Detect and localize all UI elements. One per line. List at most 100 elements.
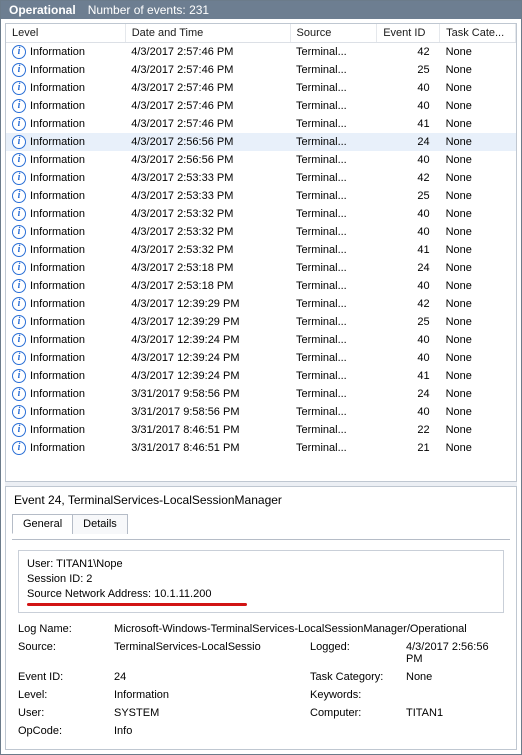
table-row[interactable]: iInformation4/3/2017 2:56:56 PMTerminal.… — [6, 133, 516, 151]
log-status: Operational — [9, 3, 76, 17]
cell-source: Terminal... — [290, 151, 377, 169]
cell-level: i Information — [6, 151, 125, 169]
info-icon: i — [12, 405, 26, 419]
info-icon: i — [12, 99, 26, 113]
table-row[interactable]: iInformation3/31/2017 8:46:51 PMTerminal… — [6, 439, 516, 457]
cell-taskcat: None — [440, 43, 516, 62]
meta-computer-v: TITAN1 — [406, 707, 504, 719]
table-row[interactable]: iInformation4/3/2017 2:57:46 PMTerminal.… — [6, 79, 516, 97]
grid-header-row[interactable]: Level Date and Time Source Event ID Task… — [6, 24, 516, 43]
cell-level-text: Information — [30, 136, 85, 148]
col-header-taskcat[interactable]: Task Cate... — [440, 24, 516, 43]
meta-logged-v: 4/3/2017 2:56:56 PM — [406, 641, 504, 665]
event-message-box: User: TITAN1\Nope Session ID: 2 Source N… — [18, 550, 504, 613]
cell-taskcat: None — [440, 115, 516, 133]
table-row[interactable]: iInformation4/3/2017 2:53:18 PMTerminal.… — [6, 277, 516, 295]
cell-date: 4/3/2017 2:53:33 PM — [125, 169, 290, 187]
cell-date: 4/3/2017 2:57:46 PM — [125, 61, 290, 79]
cell-level: i Information — [6, 133, 125, 151]
cell-source: Terminal... — [290, 115, 377, 133]
event-count-label: Number of events: 231 — [88, 3, 209, 17]
cell-taskcat: None — [440, 205, 516, 223]
meta-user-k: User: — [18, 707, 108, 719]
col-header-eventid[interactable]: Event ID — [377, 24, 440, 43]
table-row[interactable]: iInformation4/3/2017 12:39:24 PMTerminal… — [6, 349, 516, 367]
cell-source: Terminal... — [290, 133, 377, 151]
cell-date: 3/31/2017 8:46:51 PM — [125, 421, 290, 439]
table-row[interactable]: iInformation4/3/2017 2:57:46 PMTerminal.… — [6, 97, 516, 115]
cell-eventid: 24 — [377, 259, 440, 277]
cell-taskcat: None — [440, 61, 516, 79]
tab-details[interactable]: Details — [72, 514, 128, 534]
cell-taskcat: None — [440, 241, 516, 259]
table-row[interactable]: iInformation4/3/2017 12:39:24 PMTerminal… — [6, 367, 516, 385]
cell-date: 4/3/2017 2:53:33 PM — [125, 187, 290, 205]
cell-level: iInformation — [6, 187, 125, 205]
col-header-date[interactable]: Date and Time — [125, 24, 290, 43]
table-row[interactable]: iInformation4/3/2017 2:57:46 PMTerminal.… — [6, 43, 516, 62]
event-viewer-window: Operational Number of events: 231 Level … — [0, 0, 522, 755]
cell-level-text: Information — [30, 388, 85, 400]
cell-level-text: Information — [30, 190, 85, 202]
cell-taskcat: None — [440, 367, 516, 385]
table-row[interactable]: iInformation4/3/2017 2:57:46 PMTerminal.… — [6, 61, 516, 79]
cell-level: iInformation — [6, 439, 125, 457]
cell-date: 4/3/2017 2:56:56 PM — [125, 151, 290, 169]
table-row[interactable]: iInformation4/3/2017 2:53:32 PMTerminal.… — [6, 241, 516, 259]
table-row[interactable]: iInformation4/3/2017 2:57:46 PMTerminal.… — [6, 115, 516, 133]
table-row[interactable]: iInformation3/31/2017 8:46:51 PMTerminal… — [6, 421, 516, 439]
info-icon: i — [12, 135, 26, 149]
cell-level-text: Information — [30, 154, 85, 166]
col-header-level[interactable]: Level — [6, 24, 125, 43]
cell-level-text: Information — [30, 82, 85, 94]
info-icon: i — [12, 315, 26, 329]
cell-source: Terminal... — [290, 187, 377, 205]
cell-taskcat: None — [440, 403, 516, 421]
meta-user-v: SYSTEM — [114, 707, 304, 719]
col-header-source[interactable]: Source — [290, 24, 377, 43]
table-row[interactable]: iInformation4/3/2017 2:53:32 PMTerminal.… — [6, 223, 516, 241]
cell-eventid: 25 — [377, 61, 440, 79]
cell-taskcat: None — [440, 79, 516, 97]
msg-source-addr: Source Network Address: 10.1.11.200 — [27, 587, 495, 602]
table-row[interactable]: iInformation4/3/2017 2:53:33 PMTerminal.… — [6, 187, 516, 205]
cell-level: iInformation — [6, 259, 125, 277]
info-icon: i — [12, 153, 26, 167]
cell-level-text: Information — [30, 46, 85, 58]
cell-eventid: 24 — [377, 133, 440, 151]
table-row[interactable]: i Information 4/3/2017 2:56:56 PMTerminal.… — [6, 151, 516, 169]
table-row[interactable]: iInformation3/31/2017 9:58:56 PMTerminal… — [6, 403, 516, 421]
cell-eventid: 41 — [377, 241, 440, 259]
events-grid[interactable]: Level Date and Time Source Event ID Task… — [5, 23, 517, 482]
cell-level: iInformation — [6, 223, 125, 241]
info-icon: i — [12, 207, 26, 221]
table-row[interactable]: iInformation4/3/2017 2:53:32 PMTerminal.… — [6, 205, 516, 223]
table-row[interactable]: iInformation4/3/2017 12:39:29 PMTerminal… — [6, 295, 516, 313]
msg-user: User: TITAN1\Nope — [27, 557, 495, 572]
table-row[interactable]: iInformation4/3/2017 12:39:29 PMTerminal… — [6, 313, 516, 331]
cell-date: 4/3/2017 12:39:29 PM — [125, 295, 290, 313]
table-row[interactable]: iInformation4/3/2017 12:39:24 PMTerminal… — [6, 331, 516, 349]
cell-source: Terminal... — [290, 241, 377, 259]
table-row[interactable]: iInformation3/31/2017 9:58:56 PMTerminal… — [6, 385, 516, 403]
cell-date: 4/3/2017 12:39:24 PM — [125, 367, 290, 385]
cell-level-text: Information — [30, 100, 85, 112]
cell-source: Terminal... — [290, 259, 377, 277]
table-row[interactable]: iInformation4/3/2017 2:53:33 PMTerminal.… — [6, 169, 516, 187]
cell-level: iInformation — [6, 61, 125, 79]
cell-level: iInformation — [6, 79, 125, 97]
detail-title: Event 24, TerminalServices-LocalSessionM… — [12, 491, 510, 513]
cell-taskcat: None — [440, 259, 516, 277]
tab-general[interactable]: General — [12, 514, 73, 534]
table-row[interactable]: iInformation4/3/2017 2:53:18 PMTerminal.… — [6, 259, 516, 277]
cell-source: Terminal... — [290, 205, 377, 223]
cell-eventid: 40 — [377, 349, 440, 367]
cell-level-text: Information — [30, 172, 85, 184]
cell-date: 4/3/2017 2:53:32 PM — [125, 205, 290, 223]
cell-eventid: 42 — [377, 169, 440, 187]
info-icon: i — [12, 225, 26, 239]
info-icon: i — [12, 171, 26, 185]
cell-date: 3/31/2017 9:58:56 PM — [125, 385, 290, 403]
cell-source: Terminal... — [290, 277, 377, 295]
cell-taskcat: None — [440, 223, 516, 241]
